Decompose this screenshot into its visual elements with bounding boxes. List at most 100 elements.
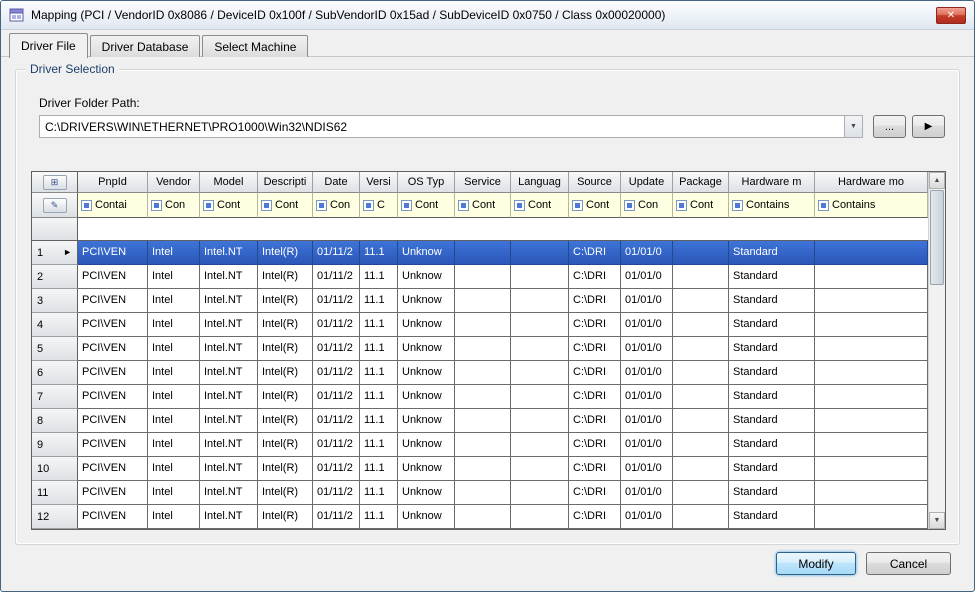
grid-cell[interactable]: 01/01/0	[621, 505, 673, 529]
grid-cell[interactable]: 11.1	[360, 337, 398, 361]
grid-cell[interactable]	[511, 313, 569, 337]
grid-cell[interactable]: 11.1	[360, 433, 398, 457]
grid-cell[interactable]: Unknow	[398, 457, 455, 481]
grid-cell[interactable]: Intel.NT	[200, 337, 258, 361]
grid-row[interactable]: 4PCI\VENIntelIntel.NTIntel(R)01/11/211.1…	[32, 313, 928, 337]
grid-cell[interactable]: Unknow	[398, 433, 455, 457]
column-header[interactable]: Update	[621, 172, 673, 193]
grid-cell[interactable]	[673, 505, 729, 529]
grid-cell[interactable]: Intel(R)	[258, 481, 313, 505]
grid-cell[interactable]: Intel.NT	[200, 313, 258, 337]
grid-cell[interactable]	[455, 409, 511, 433]
grid-cell[interactable]: Intel.NT	[200, 289, 258, 313]
grid-cell[interactable]	[455, 337, 511, 361]
grid-cell[interactable]: C:\DRI	[569, 457, 621, 481]
grid-cell[interactable]	[511, 481, 569, 505]
grid-cell[interactable]: PCI\VEN	[78, 337, 148, 361]
grid-cell[interactable]: Unknow	[398, 313, 455, 337]
grid-cell[interactable]: C:\DRI	[569, 313, 621, 337]
grid-cell[interactable]	[673, 289, 729, 313]
grid-cell[interactable]	[815, 265, 928, 289]
filter-cell[interactable]: Contai	[78, 193, 148, 218]
column-header[interactable]: OS Typ	[398, 172, 455, 193]
row-header[interactable]: 6	[32, 361, 78, 385]
grid-cell[interactable]: 11.1	[360, 313, 398, 337]
grid-cell[interactable]	[455, 457, 511, 481]
grid-cell[interactable]	[455, 433, 511, 457]
grid-cell[interactable]	[455, 481, 511, 505]
grid-cell[interactable]: Intel(R)	[258, 241, 313, 265]
grid-row[interactable]: 3PCI\VENIntelIntel.NTIntel(R)01/11/211.1…	[32, 289, 928, 313]
row-header[interactable]: 7	[32, 385, 78, 409]
grid-cell[interactable]: Intel	[148, 385, 200, 409]
grid-cell[interactable]	[673, 241, 729, 265]
grid-cell[interactable]	[511, 409, 569, 433]
grid-cell[interactable]: Intel.NT	[200, 457, 258, 481]
grid-cell[interactable]	[815, 481, 928, 505]
grid-cell[interactable]: Unknow	[398, 265, 455, 289]
grid-cell[interactable]: Intel.NT	[200, 385, 258, 409]
grid-cell[interactable]: 01/01/0	[621, 337, 673, 361]
grid-row[interactable]: 6PCI\VENIntelIntel.NTIntel(R)01/11/211.1…	[32, 361, 928, 385]
grid-cell[interactable]: Intel	[148, 361, 200, 385]
column-header[interactable]: Service	[455, 172, 511, 193]
column-header[interactable]: Hardware m	[729, 172, 815, 193]
grid-cell[interactable]: Intel(R)	[258, 361, 313, 385]
grid-cell[interactable]: PCI\VEN	[78, 361, 148, 385]
grid-cell[interactable]	[673, 481, 729, 505]
cancel-button[interactable]: Cancel	[866, 552, 951, 575]
browse-button[interactable]: ...	[873, 115, 906, 138]
grid-cell[interactable]: 11.1	[360, 289, 398, 313]
column-chooser-button[interactable]: ⊞	[43, 175, 67, 190]
grid-cell[interactable]: 01/11/2	[313, 337, 360, 361]
grid-cell[interactable]: 01/01/0	[621, 409, 673, 433]
filter-cell[interactable]: Cont	[511, 193, 569, 218]
column-header[interactable]: Model	[200, 172, 258, 193]
grid-cell[interactable]: C:\DRI	[569, 337, 621, 361]
close-button[interactable]: ✕	[936, 7, 966, 24]
row-header[interactable]: 1►	[32, 241, 78, 265]
modify-button[interactable]: Modify	[776, 552, 856, 575]
driver-folder-path-input[interactable]	[40, 116, 844, 137]
grid-cell[interactable]: Standard	[729, 433, 815, 457]
grid-cell[interactable]: Intel(R)	[258, 409, 313, 433]
grid-cell[interactable]: C:\DRI	[569, 433, 621, 457]
filter-cell[interactable]: Cont	[200, 193, 258, 218]
grid-cell[interactable]: PCI\VEN	[78, 265, 148, 289]
grid-cell[interactable]: Intel.NT	[200, 361, 258, 385]
tab-driver-database[interactable]: Driver Database	[90, 35, 201, 57]
grid-cell[interactable]: PCI\VEN	[78, 457, 148, 481]
filter-row-button[interactable]: ✎	[43, 198, 67, 213]
filter-cell[interactable]: Con	[313, 193, 360, 218]
grid-cell[interactable]: Standard	[729, 481, 815, 505]
grid-cell[interactable]: C:\DRI	[569, 385, 621, 409]
scroll-down-button[interactable]: ▼	[929, 512, 945, 529]
grid-cell[interactable]: 01/11/2	[313, 409, 360, 433]
grid-cell[interactable]	[455, 505, 511, 529]
grid-cell[interactable]	[511, 241, 569, 265]
grid-cell[interactable]: Intel	[148, 457, 200, 481]
row-header[interactable]: 11	[32, 481, 78, 505]
run-button[interactable]: ▶	[912, 115, 945, 138]
grid-cell[interactable]: Intel	[148, 433, 200, 457]
filter-cell[interactable]: Contains	[815, 193, 928, 218]
grid-cell[interactable]: Standard	[729, 241, 815, 265]
grid-cell[interactable]: 01/01/0	[621, 385, 673, 409]
row-header[interactable]: 2	[32, 265, 78, 289]
grid-cell[interactable]: Intel(R)	[258, 313, 313, 337]
grid-cell[interactable]: PCI\VEN	[78, 409, 148, 433]
grid-cell[interactable]: 01/11/2	[313, 265, 360, 289]
grid-cell[interactable]	[511, 457, 569, 481]
filter-cell[interactable]: Cont	[455, 193, 511, 218]
column-header[interactable]: Versi	[360, 172, 398, 193]
grid-cell[interactable]	[455, 265, 511, 289]
row-header[interactable]: 5	[32, 337, 78, 361]
grid-cell[interactable]: C:\DRI	[569, 409, 621, 433]
grid-cell[interactable]: Intel(R)	[258, 505, 313, 529]
grid-cell[interactable]	[673, 433, 729, 457]
grid-cell[interactable]: Unknow	[398, 409, 455, 433]
grid-cell[interactable]: Standard	[729, 265, 815, 289]
grid-cell[interactable]: C:\DRI	[569, 241, 621, 265]
grid-cell[interactable]: Intel(R)	[258, 385, 313, 409]
grid-cell[interactable]	[815, 433, 928, 457]
